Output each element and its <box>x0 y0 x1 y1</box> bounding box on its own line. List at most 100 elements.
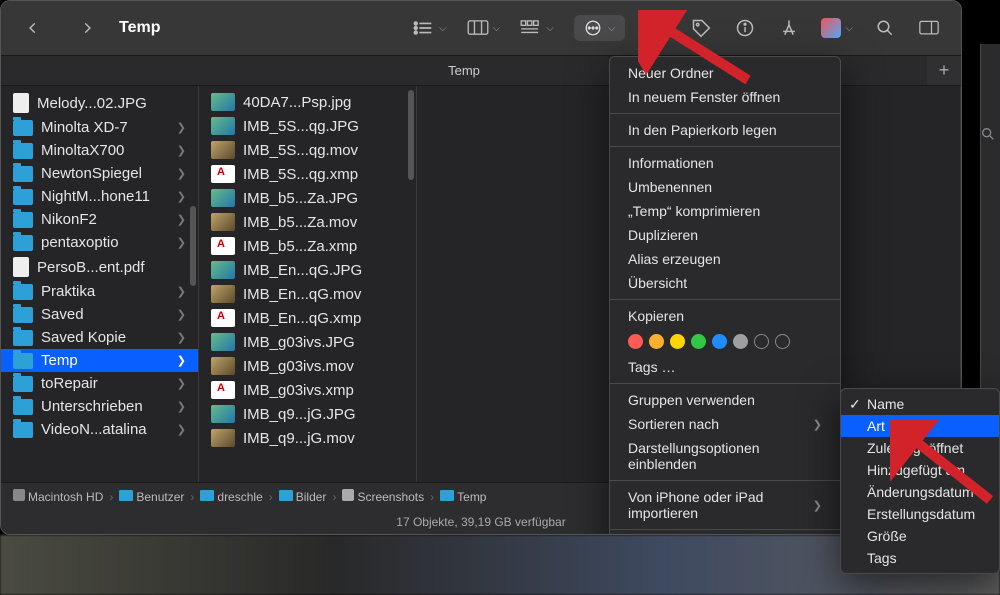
list-item[interactable]: Saved❯ <box>1 303 198 326</box>
list-item[interactable]: IMB_g03ivs.xmp <box>199 378 416 402</box>
action-menu-button[interactable]: ⌵ <box>574 15 626 41</box>
menu-item[interactable]: Duplizieren <box>610 223 840 247</box>
list-item[interactable]: IMB_5S...qg.xmp <box>199 162 416 186</box>
tag-color-dot[interactable] <box>628 334 643 349</box>
view-columns-button[interactable]: ⌵ <box>467 20 501 36</box>
list-item[interactable]: Melody...02.JPG <box>1 90 198 116</box>
path-separator: › <box>332 490 336 504</box>
menu-separator <box>610 480 840 481</box>
scrollbar[interactable] <box>190 206 196 286</box>
list-item[interactable]: IMB_En...qG.JPG <box>199 258 416 282</box>
menu-item[interactable]: Kopieren <box>610 304 840 328</box>
submenu-item[interactable]: Größe <box>841 525 999 547</box>
list-item[interactable]: Temp❯ <box>1 349 198 372</box>
folder-icon <box>13 307 33 323</box>
file-thumbnail <box>211 141 235 159</box>
list-item[interactable]: Praktika❯ <box>1 280 198 303</box>
menu-item-label: Übersicht <box>628 275 687 291</box>
folder-icon <box>13 120 33 136</box>
menu-item[interactable]: Umbenennen <box>610 175 840 199</box>
new-tab-button[interactable]: + <box>927 56 961 85</box>
list-item[interactable]: IMB_5S...qg.JPG <box>199 114 416 138</box>
sidebar-toggle-button[interactable] <box>917 16 941 40</box>
path-segment[interactable]: Screenshots <box>342 489 424 504</box>
menu-item[interactable]: In den Papierkorb legen <box>610 118 840 142</box>
item-label: IMB_g03ivs.mov <box>243 358 354 375</box>
list-item[interactable]: Unterschrieben❯ <box>1 395 198 418</box>
submenu-item[interactable]: Name <box>841 393 999 415</box>
menu-item[interactable]: Gruppen verwenden <box>610 388 840 412</box>
tag-color-dot[interactable] <box>775 334 790 349</box>
list-item[interactable]: MinoltaX700❯ <box>1 139 198 162</box>
list-item[interactable]: Saved Kopie❯ <box>1 326 198 349</box>
list-item[interactable]: NikonF2❯ <box>1 208 198 231</box>
list-item[interactable]: VideoN...atalina❯ <box>1 418 198 441</box>
file-thumbnail <box>211 237 235 255</box>
list-item[interactable]: IMB_5S...qg.mov <box>199 138 416 162</box>
tag-color-dot[interactable] <box>670 334 685 349</box>
document-icon <box>13 93 29 113</box>
path-segment[interactable]: Bilder <box>279 490 327 504</box>
list-item[interactable]: IMB_q9...jG.JPG <box>199 402 416 426</box>
menu-item[interactable]: Informationen <box>610 151 840 175</box>
menu-item[interactable]: Von iPhone oder iPad importieren❯ <box>610 485 840 525</box>
list-item[interactable]: 40DA7...Psp.jpg <box>199 90 416 114</box>
appstore-icon[interactable] <box>777 16 801 40</box>
menu-item[interactable]: Alias erzeugen <box>610 247 840 271</box>
item-label: pentaxoptio <box>41 234 119 251</box>
list-item[interactable]: pentaxoptio❯ <box>1 231 198 254</box>
menu-separator <box>610 113 840 114</box>
list-item[interactable]: IMB_En...qG.mov <box>199 282 416 306</box>
path-segment[interactable]: dreschle <box>200 490 262 504</box>
tag-color-dot[interactable] <box>712 334 727 349</box>
submenu-item[interactable]: Tags <box>841 547 999 569</box>
chevron-right-icon: ❯ <box>177 400 186 413</box>
path-segment[interactable]: Macintosh HD <box>13 489 103 504</box>
menu-separator <box>610 299 840 300</box>
scrollbar[interactable] <box>408 90 414 180</box>
tag-color-dot[interactable] <box>754 334 769 349</box>
list-item[interactable]: IMB_b5...Za.xmp <box>199 234 416 258</box>
menu-item[interactable]: „Temp“ komprimieren <box>610 199 840 223</box>
document-icon <box>13 257 29 277</box>
search-button[interactable] <box>873 16 897 40</box>
folder-icon <box>13 353 33 369</box>
preview-app-icon[interactable]: ⌵ <box>821 18 853 38</box>
group-by-button[interactable]: ⌵ <box>520 20 554 36</box>
item-label: toRepair <box>41 375 98 392</box>
tag-color-dot[interactable] <box>733 334 748 349</box>
menu-item-label: Tags … <box>628 359 675 375</box>
chevron-right-icon: ❯ <box>177 354 186 367</box>
list-item[interactable]: IMB_b5...Za.mov <box>199 210 416 234</box>
menu-item[interactable]: Übersicht <box>610 271 840 295</box>
menu-item-label: Sortieren nach <box>628 416 719 432</box>
list-item[interactable]: IMB_En...qG.xmp <box>199 306 416 330</box>
list-item[interactable]: IMB_g03ivs.JPG <box>199 330 416 354</box>
file-thumbnail <box>211 357 235 375</box>
list-item[interactable]: NewtonSpiegel❯ <box>1 162 198 185</box>
list-item[interactable]: toRepair❯ <box>1 372 198 395</box>
list-item[interactable]: Minolta XD-7❯ <box>1 116 198 139</box>
menu-item[interactable]: Darstellungsoptionen einblenden <box>610 436 840 476</box>
menu-item-label: Von iPhone oder iPad importieren <box>628 489 813 521</box>
path-segment[interactable]: Temp <box>440 490 486 504</box>
chevron-right-icon: ❯ <box>177 285 186 298</box>
forward-button[interactable] <box>75 16 99 40</box>
item-label: NightM...hone11 <box>41 188 150 205</box>
tag-color-dot[interactable] <box>691 334 706 349</box>
list-item[interactable]: IMB_b5...Za.JPG <box>199 186 416 210</box>
folder-icon <box>13 399 33 415</box>
list-item[interactable]: NightM...hone11❯ <box>1 185 198 208</box>
list-item[interactable]: IMB_g03ivs.mov <box>199 354 416 378</box>
menu-item[interactable]: Dienste❯ <box>610 534 840 535</box>
menu-item[interactable]: Sortieren nach❯ <box>610 412 840 436</box>
item-label: IMB_b5...Za.xmp <box>243 238 357 255</box>
list-item[interactable]: IMB_q9...jG.mov <box>199 426 416 450</box>
menu-item[interactable]: Tags … <box>610 355 840 379</box>
list-item[interactable]: PersoB...ent.pdf <box>1 254 198 280</box>
status-text: 17 Objekte, 39,19 GB verfügbar <box>396 515 565 529</box>
tag-color-dot[interactable] <box>649 334 664 349</box>
back-button[interactable] <box>21 16 45 40</box>
path-segment[interactable]: Benutzer <box>119 490 184 504</box>
view-list-button[interactable]: ⌵ <box>413 20 447 36</box>
